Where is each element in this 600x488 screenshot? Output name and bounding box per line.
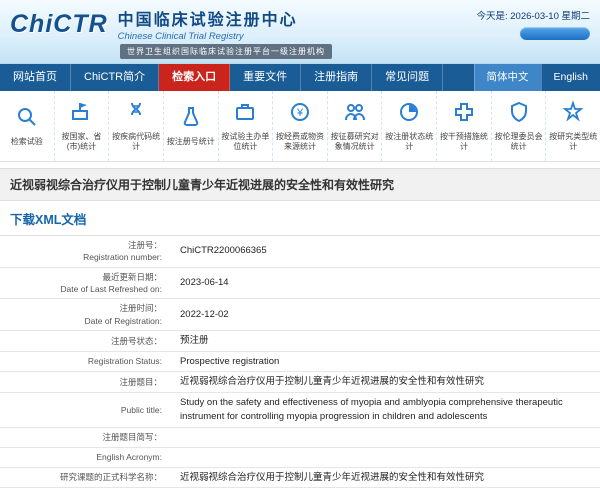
country-province-icon <box>69 100 93 129</box>
study-type-icon <box>561 100 585 129</box>
table-row: 注册号状态：预注册 <box>0 331 600 352</box>
funding-source-icon: ¥ <box>288 100 312 129</box>
toolbar-item-registration-status[interactable]: 按注册状态统计 <box>382 91 437 161</box>
row-label: 注册题目： <box>0 372 172 392</box>
nav-item-3[interactable]: 重要文件 <box>230 64 301 91</box>
svg-text:¥: ¥ <box>296 107 304 119</box>
nav-item-1[interactable]: ChiCTR简介 <box>71 64 159 91</box>
site-header: ChiCTR 中国临床试验注册中心 Chinese Clinical Trial… <box>0 0 600 64</box>
toolbar-item-label: 按研究类型统计 <box>547 132 599 151</box>
download-section: 下载XML文档 <box>0 201 600 235</box>
who-platform-badge: 世界卫生组织国际临床试验注册平台一级注册机构 <box>120 44 332 59</box>
row-label: 最近更新日期：Date of Last Refreshed on: <box>0 268 172 299</box>
nav-item-5[interactable]: 常见问题 <box>372 64 443 91</box>
row-value: Study on the safety and effectiveness of… <box>172 393 600 427</box>
row-label: English Acronym: <box>0 448 172 467</box>
row-value: 近视弱视综合治疗仪用于控制儿童青少年近视进展的安全性和有效性研究 <box>172 468 600 488</box>
row-label: 注册号状态： <box>0 331 172 351</box>
toolbar-item-search[interactable]: 检索试验 <box>0 91 55 161</box>
site-title-en: Chinese Clinical Trial Registry <box>118 31 298 42</box>
nav-item-4[interactable]: 注册指南 <box>301 64 372 91</box>
toolbar-item-ethics-committee[interactable]: 按伦理委员会统计 <box>492 91 547 161</box>
lang-item-1[interactable]: English <box>541 64 600 91</box>
page-title: 近视弱视综合治疗仪用于控制儿童青少年近视进展的安全性和有效性研究 <box>0 168 600 201</box>
row-value: ChiCTR2200066365 <box>172 236 600 267</box>
today-date-text: 今天是: 2026-03-10 星期二 <box>476 8 590 22</box>
row-label: 研究课题的正式科学名称： <box>0 468 172 488</box>
table-row: 研究课题的正式科学名称：近视弱视综合治疗仪用于控制儿童青少年近视进展的安全性和有… <box>0 468 600 488</box>
toolbar-item-country-province[interactable]: 按国家、省(市)统计 <box>55 91 110 161</box>
nav-menu: 网站首页ChiCTR简介检索入口重要文件注册指南常见问题 <box>0 64 443 91</box>
table-row: 注册题目：近视弱视综合治疗仪用于控制儿童青少年近视进展的安全性和有效性研究 <box>0 372 600 393</box>
toolbar-item-sponsor[interactable]: 按试验主办单位统计 <box>219 91 274 161</box>
lang-switch: 简体中文English <box>474 64 600 91</box>
table-row: Registration Status:Prospective registra… <box>0 352 600 373</box>
toolbar-item-registration-number[interactable]: 按注册号统计 <box>164 91 219 161</box>
table-row: 注册时间：Date of Registration:2022-12-02 <box>0 299 600 331</box>
toolbar-item-label: 按征募研究对象情况统计 <box>329 132 381 151</box>
registration-status-icon <box>397 100 421 129</box>
nav-spacer <box>443 64 473 91</box>
row-value: 近视弱视综合治疗仪用于控制儿童青少年近视进展的安全性和有效性研究 <box>172 372 600 392</box>
row-label: 注册题目简写： <box>0 428 172 447</box>
sponsor-icon <box>233 100 257 129</box>
toolbar-item-disease-code[interactable]: 按疾病代码统计 <box>109 91 164 161</box>
registration-number-icon <box>179 105 203 134</box>
row-value <box>172 448 600 467</box>
row-value: Prospective registration <box>172 352 600 372</box>
toolbar-item-label: 按注册号统计 <box>167 137 215 147</box>
row-value <box>172 428 600 447</box>
main-nav: 网站首页ChiCTR简介检索入口重要文件注册指南常见问题 简体中文English <box>0 64 600 91</box>
table-row: 最近更新日期：Date of Last Refreshed on:2023-06… <box>0 268 600 300</box>
toolbar-item-label: 按干预措施统计 <box>438 132 490 151</box>
intervention-icon <box>452 100 476 129</box>
row-label: 注册时间：Date of Registration: <box>0 299 172 330</box>
detail-table: 注册号：Registration number:ChiCTR2200066365… <box>0 235 600 488</box>
nav-item-2[interactable]: 检索入口 <box>159 64 230 91</box>
disease-code-icon <box>124 100 148 129</box>
toolbar-item-label: 检索试验 <box>11 137 43 147</box>
recruitment-icon <box>343 100 367 129</box>
search-icon <box>15 105 39 134</box>
toolbar-item-label: 按试验主办单位统计 <box>220 132 272 151</box>
lang-item-0[interactable]: 简体中文 <box>474 64 541 91</box>
date-pill-badge <box>520 27 590 40</box>
download-xml-link[interactable]: 下载XML文档 <box>10 213 86 227</box>
row-value: 2023-06-14 <box>172 268 600 299</box>
toolbar-item-intervention[interactable]: 按干预措施统计 <box>437 91 492 161</box>
row-label: Public title: <box>0 393 172 427</box>
toolbar-item-label: 按经费或物资来源统计 <box>274 132 326 151</box>
site-title-cn: 中国临床试验注册中心 <box>118 6 298 30</box>
toolbar-item-label: 按注册状态统计 <box>383 132 435 151</box>
row-label: 注册号：Registration number: <box>0 236 172 267</box>
stats-toolbar: 检索试验 按国家、省(市)统计按疾病代码统计按注册号统计按试验主办单位统计 ¥ 按经费… <box>0 91 600 162</box>
ethics-committee-icon <box>507 100 531 129</box>
row-label: Registration Status: <box>0 352 172 372</box>
nav-item-0[interactable]: 网站首页 <box>0 64 71 91</box>
toolbar-item-funding-source[interactable]: ¥ 按经费或物资来源统计 <box>273 91 328 161</box>
row-value: 预注册 <box>172 331 600 351</box>
table-row: English Acronym: <box>0 448 600 468</box>
toolbar-item-label: 按疾病代码统计 <box>110 132 162 151</box>
toolbar-item-recruitment[interactable]: 按征募研究对象情况统计 <box>328 91 383 161</box>
row-value: 2022-12-02 <box>172 299 600 330</box>
toolbar-item-label: 按国家、省(市)统计 <box>56 132 108 151</box>
toolbar-item-label: 按伦理委员会统计 <box>493 132 545 151</box>
chictr-logo: ChiCTR <box>10 10 108 39</box>
table-row: 注册题目简写： <box>0 428 600 448</box>
toolbar-item-study-type[interactable]: 按研究类型统计 <box>546 91 600 161</box>
table-row: 注册号：Registration number:ChiCTR2200066365 <box>0 236 600 268</box>
table-row: Public title:Study on the safety and eff… <box>0 393 600 428</box>
